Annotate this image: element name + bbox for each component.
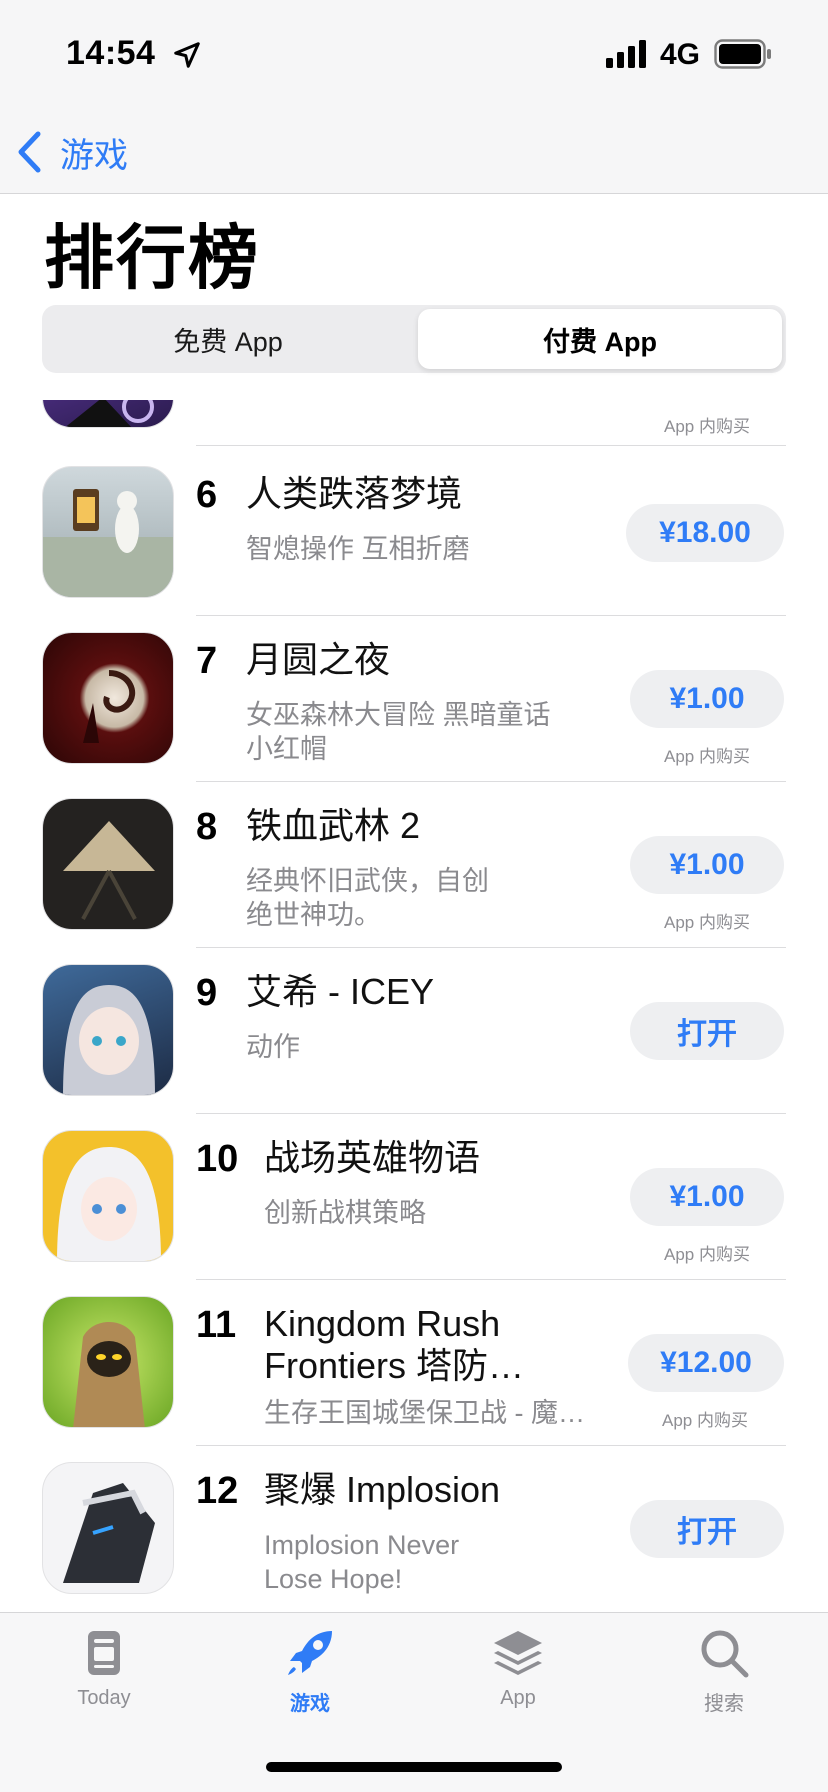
app-subtitle: 生存王国城堡保卫战 - 魔…: [264, 1398, 585, 1428]
rank-number: 8: [196, 806, 218, 848]
app-name: 人类跌落梦境: [246, 473, 463, 514]
back-label: 游戏: [60, 136, 128, 175]
navigation-bar: 游戏: [0, 110, 828, 194]
tab-label: Today: [77, 1687, 131, 1709]
app-subtitle: 绝世神功。: [246, 900, 381, 930]
price-button[interactable]: ¥1.00: [630, 836, 784, 894]
price-button[interactable]: ¥1.00: [630, 1168, 784, 1226]
back-button[interactable]: 游戏: [16, 124, 128, 180]
location-arrow-icon: [174, 42, 200, 68]
list-item[interactable]: 7 月圆之夜 女巫森林大冒险 黑暗童话 小红帽 ¥1.00 App 内购买: [0, 616, 828, 782]
battlefield-heroes-icon: [42, 1130, 174, 1262]
iap-note: App 内购买: [664, 1245, 750, 1264]
tab-apps[interactable]: App: [448, 1625, 588, 1735]
list-item[interactable]: App 内购买: [0, 400, 828, 446]
app-name: 月圆之夜: [246, 639, 391, 680]
segmented-control: 免费 App 付费 App: [42, 305, 786, 373]
chevron-left-icon: [18, 131, 41, 173]
cellular-signal-icon: [606, 40, 646, 68]
list-item[interactable]: 8 铁血武林 2 经典怀旧武侠，自创 绝世神功。 ¥1.00 App 内购买: [0, 782, 828, 948]
tab-label: 游戏: [290, 1693, 330, 1715]
human-fall-flat-icon: [42, 466, 174, 598]
tab-search[interactable]: 搜索: [654, 1625, 794, 1735]
list-item[interactable]: 11 Kingdom Rush Frontiers 塔防… 生存王国城堡保卫战 …: [0, 1280, 828, 1446]
list-item[interactable]: 6 人类跌落梦境 智熄操作 互相折磨 ¥18.00: [0, 450, 828, 616]
home-indicator[interactable]: [266, 1762, 562, 1772]
rank-number: 7: [196, 640, 218, 682]
row-divider: [196, 445, 786, 446]
iap-note: App 内购买: [664, 747, 750, 766]
app-subtitle: 创新战棋策略: [264, 1198, 426, 1228]
page-title: 排行榜: [44, 219, 260, 297]
chart-list: App 内购买 6 人类跌落梦境 智熄操作 互相折磨 ¥18.00 7 月圆之夜…: [0, 400, 828, 1612]
today-icon: [88, 1631, 120, 1675]
app-name: 艾希 - ICEY: [246, 971, 435, 1012]
rocket-icon: [288, 1631, 332, 1675]
price-button[interactable]: ¥18.00: [626, 504, 784, 562]
app-subtitle: Lose Hope!: [264, 1564, 403, 1594]
tab-label: 搜索: [704, 1693, 744, 1715]
partial-app-icon: [42, 400, 174, 428]
app-subtitle: 女巫森林大冒险 黑暗童话: [246, 700, 551, 730]
app-name-line-1: Kingdom Rush: [264, 1303, 501, 1344]
battery-icon: [714, 39, 771, 69]
rank-number: 11: [196, 1304, 237, 1346]
iap-note: App 内购买: [662, 1411, 748, 1430]
app-name: 战场英雄物语: [264, 1137, 481, 1178]
network-type: 4G: [660, 38, 701, 71]
icey-icon: [42, 964, 174, 1096]
tab-label: App: [500, 1687, 536, 1709]
open-button[interactable]: 打开: [630, 1500, 784, 1558]
app-name: 聚爆 Implosion: [264, 1469, 501, 1510]
tab-today[interactable]: Today: [34, 1625, 174, 1735]
rank-number: 12: [196, 1470, 239, 1512]
tab-games[interactable]: 游戏: [240, 1625, 380, 1735]
app-subtitle: Implosion Never: [264, 1530, 460, 1560]
rank-number: 9: [196, 972, 218, 1014]
price-button[interactable]: ¥12.00: [628, 1334, 784, 1392]
status-time: 14:54: [66, 34, 156, 72]
app-name: 铁血武林 2: [246, 805, 421, 846]
price-button[interactable]: ¥1.00: [630, 670, 784, 728]
segment-paid-apps[interactable]: 付费 App: [418, 309, 782, 369]
app-subtitle: 经典怀旧武侠，自创: [246, 866, 489, 896]
rank-number: 6: [196, 474, 218, 516]
app-subtitle: 小红帽: [246, 734, 327, 764]
kingdom-rush-icon: [42, 1296, 174, 1428]
app-name-line-2: Frontiers 塔防…: [264, 1345, 525, 1386]
search-icon: [701, 1630, 749, 1678]
list-item[interactable]: 9 艾希 - ICEY 动作 打开: [0, 948, 828, 1114]
status-bar: 14:54 4G: [0, 0, 828, 110]
app-subtitle: 动作: [246, 1032, 300, 1062]
implosion-icon: [42, 1462, 174, 1594]
rank-number: 10: [196, 1138, 239, 1180]
iap-note: App 内购买: [664, 913, 750, 932]
list-item[interactable]: 10 战场英雄物语 创新战棋策略 ¥1.00 App 内购买: [0, 1114, 828, 1280]
app-subtitle: 智熄操作 互相折磨: [246, 534, 470, 564]
tiexue-wulin-icon: [42, 798, 174, 930]
list-item[interactable]: 12 聚爆 Implosion Implosion Never Lose Hop…: [0, 1446, 828, 1612]
open-button[interactable]: 打开: [630, 1002, 784, 1060]
iap-note: App 内购买: [664, 417, 750, 436]
layers-icon: [494, 1631, 542, 1675]
segment-free-apps[interactable]: 免费 App: [46, 309, 410, 369]
night-of-full-moon-icon: [42, 632, 174, 764]
